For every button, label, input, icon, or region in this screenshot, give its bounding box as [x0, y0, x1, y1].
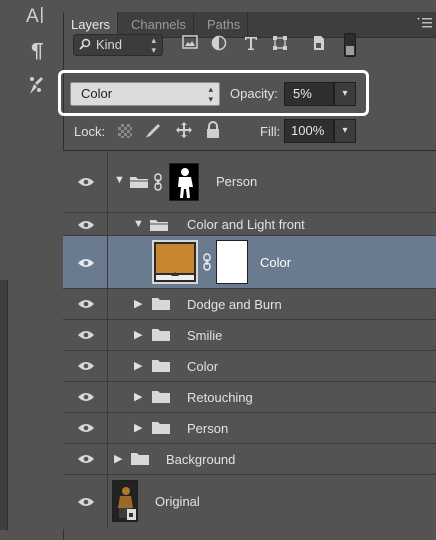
folder-icon [152, 422, 170, 434]
fill-layer-thumbnail[interactable] [152, 240, 198, 284]
fill-dropdown-button[interactable]: ▾ [334, 119, 356, 143]
layer-row-original[interactable]: Original [63, 475, 436, 529]
adjustment-layer-filter-icon[interactable] [209, 35, 229, 55]
filter-kind-label: Kind [96, 37, 123, 52]
visibility-cell[interactable] [63, 351, 108, 381]
blend-mode-select[interactable]: Color ▴ ▾ [70, 82, 220, 106]
folder-icon [152, 360, 170, 372]
layer-row-color-selected[interactable]: Color [63, 236, 436, 289]
eye-icon[interactable] [77, 392, 95, 402]
layer-row-smilie[interactable]: ▶ Smilie [63, 320, 436, 351]
layer-name[interactable]: Person [187, 421, 228, 436]
layer-name[interactable]: Color and Light front [187, 217, 305, 232]
folder-icon [131, 453, 149, 465]
filter-toggle-switch[interactable] [344, 33, 356, 57]
visibility-cell[interactable] [63, 413, 108, 443]
layer-name[interactable]: Color [187, 359, 218, 374]
paragraph-panel-icon[interactable] [22, 40, 52, 64]
panel-menu-icon[interactable] [417, 17, 432, 31]
fill-label: Fill: [260, 124, 281, 139]
blend-mode-value: Color [81, 86, 113, 101]
lock-label: Lock: [74, 124, 106, 139]
expand-triangle-icon[interactable]: ▶ [114, 452, 122, 465]
smart-object-filter-icon[interactable] [309, 35, 329, 55]
eye-icon[interactable] [77, 177, 95, 187]
folder-icon [152, 391, 170, 403]
expand-triangle-icon[interactable]: ▶ [134, 390, 142, 403]
folder-open-icon [150, 220, 168, 231]
visibility-cell[interactable] [63, 213, 108, 235]
folder-open-icon [130, 177, 148, 188]
visibility-cell[interactable] [63, 236, 108, 288]
collapse-triangle-icon[interactable]: ▼ [133, 218, 144, 230]
lock-all-icon[interactable] [203, 121, 223, 141]
search-icon [79, 38, 91, 50]
panel-dock-edge [0, 280, 8, 530]
layer-row-background[interactable]: ▶ Background [63, 444, 436, 475]
layer-mask-thumbnail[interactable] [169, 163, 199, 201]
layer-row-retouching[interactable]: ▶ Retouching [63, 382, 436, 413]
smart-object-thumbnail[interactable] [112, 480, 138, 522]
svg-text:A: A [26, 6, 39, 26]
fill-input[interactable]: 100% [284, 119, 334, 143]
visibility-cell[interactable] [63, 444, 108, 474]
layer-row-dodge-and-burn[interactable]: ▶ Dodge and Burn [63, 289, 436, 320]
layer-row-person-group[interactable]: ▼ Person [63, 151, 436, 213]
eye-icon[interactable] [77, 497, 95, 507]
link-icon[interactable] [202, 253, 212, 271]
layer-name[interactable]: Dodge and Burn [187, 297, 282, 312]
expand-triangle-icon[interactable]: ▶ [134, 359, 142, 372]
eye-icon[interactable] [77, 361, 95, 371]
visibility-cell[interactable] [63, 289, 108, 319]
lock-position-icon[interactable] [174, 121, 194, 141]
color-swatch [156, 244, 194, 273]
expand-triangle-icon[interactable]: ▶ [134, 297, 142, 310]
character-panel-icon[interactable]: A [22, 4, 52, 28]
layers-list: ▼ Person ▼ Color and Light front Color ▶… [63, 150, 436, 529]
expand-triangle-icon[interactable]: ▶ [134, 328, 142, 341]
eye-icon[interactable] [77, 258, 95, 268]
layer-name[interactable]: Person [216, 174, 257, 189]
collapse-triangle-icon[interactable]: ▼ [114, 174, 125, 186]
tool-presets-icon[interactable] [22, 74, 52, 98]
lock-image-pixels-icon[interactable] [144, 121, 164, 141]
opacity-dropdown-button[interactable]: ▾ [334, 82, 356, 106]
folder-icon [152, 298, 170, 310]
layer-name[interactable]: Background [166, 452, 235, 467]
eye-icon[interactable] [77, 299, 95, 309]
layer-name[interactable]: Color [260, 255, 291, 270]
expand-triangle-icon[interactable]: ▶ [134, 421, 142, 434]
tool-strip: A [0, 0, 63, 540]
stepper-arrows-icon: ▴ ▾ [151, 35, 156, 55]
layer-name[interactable]: Retouching [187, 390, 253, 405]
pixel-layer-filter-icon[interactable] [180, 35, 200, 55]
link-icon[interactable] [153, 173, 163, 191]
layer-row-color-and-light-front[interactable]: ▼ Color and Light front [63, 213, 436, 236]
layer-mask-thumbnail[interactable] [216, 240, 248, 284]
layer-row-color-group[interactable]: ▶ Color [63, 351, 436, 382]
opacity-input[interactable]: 5% [284, 82, 334, 106]
lock-transparent-pixels-icon[interactable] [118, 124, 132, 138]
layer-name[interactable]: Original [155, 494, 200, 509]
type-layer-filter-icon[interactable] [241, 35, 261, 55]
visibility-cell[interactable] [63, 151, 108, 212]
folder-icon [152, 329, 170, 341]
visibility-cell[interactable] [63, 320, 108, 350]
eye-icon[interactable] [77, 454, 95, 464]
eye-icon[interactable] [77, 220, 95, 230]
visibility-cell[interactable] [63, 475, 108, 529]
layer-name[interactable]: Smilie [187, 328, 222, 343]
visibility-cell[interactable] [63, 382, 108, 412]
opacity-label: Opacity: [230, 86, 278, 101]
filter-kind-select[interactable]: Kind ▴ ▾ [73, 34, 163, 56]
stepper-arrows-icon: ▴ ▾ [208, 84, 213, 104]
shape-layer-filter-icon[interactable] [270, 35, 290, 55]
eye-icon[interactable] [77, 330, 95, 340]
layer-row-person-subgroup[interactable]: ▶ Person [63, 413, 436, 444]
eye-icon[interactable] [77, 423, 95, 433]
